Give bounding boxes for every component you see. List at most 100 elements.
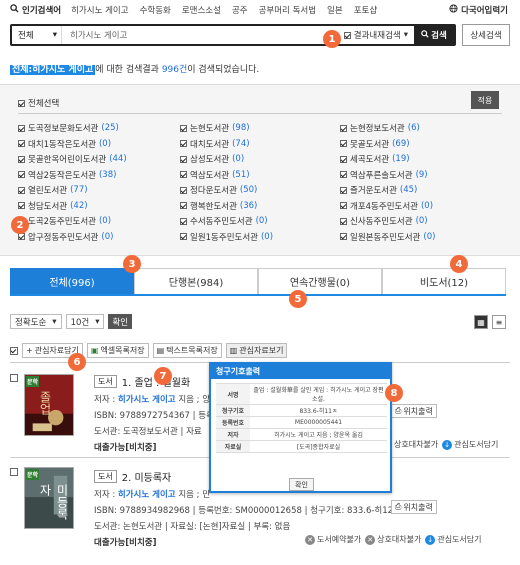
library-checkbox[interactable]	[180, 140, 187, 147]
library-filter-item[interactable]: 역삼2동작은도서관 (38)	[18, 169, 116, 181]
tab-all[interactable]: 전체(996)	[10, 268, 134, 294]
library-checkbox[interactable]	[180, 124, 187, 132]
library-checkbox[interactable]	[18, 171, 25, 178]
library-filter-item[interactable]: 일원본동주민도서관 (0)	[340, 231, 435, 243]
search-button[interactable]: 검색	[414, 26, 454, 44]
popup-confirm-button[interactable]: 확인	[289, 478, 314, 491]
library-checkbox[interactable]	[340, 233, 347, 240]
library-checkbox[interactable]	[340, 140, 347, 147]
summary-tail: 이 검색되었습니다.	[187, 65, 260, 75]
library-name: 도곡정보문화도서관	[28, 124, 99, 134]
filter-apply-button[interactable]: 적용	[471, 91, 499, 109]
library-filter-item[interactable]: 도곡정보문화도서관 (25)	[18, 122, 119, 134]
library-filter-item[interactable]: 즐거운도서관 (45)	[340, 184, 417, 196]
book-cover[interactable]: 문학 졸업	[24, 374, 74, 436]
popular-keyword-link[interactable]: 히가시노 게이고	[71, 4, 128, 16]
library-checkbox[interactable]	[180, 202, 187, 209]
library-checkbox[interactable]	[340, 186, 347, 194]
search-within-results-option[interactable]: 결과내재검색 ▾	[343, 29, 414, 41]
result-title-link[interactable]: 2. 미등록자	[122, 469, 172, 484]
library-checkbox[interactable]	[180, 171, 187, 178]
popular-keyword-link[interactable]: 공주	[232, 4, 248, 16]
cover-genre-tag: 문학	[26, 376, 40, 387]
select-all-libraries[interactable]: 전체선택	[18, 97, 59, 109]
popular-keyword-link[interactable]: 수학동화	[140, 4, 171, 16]
library-checkbox[interactable]	[340, 171, 347, 178]
library-checkbox[interactable]	[18, 155, 25, 163]
multilang-label: 다국어입력기	[461, 6, 508, 16]
view-basket-button[interactable]: ▥ 관심자료보기	[225, 343, 288, 358]
tab-nonbook[interactable]: 비도서(12)	[382, 268, 506, 294]
library-filter-item[interactable]: 열린도서관 (77)	[18, 184, 88, 196]
library-text: 도서관: 논현도서관	[94, 522, 163, 532]
multilang-input-button[interactable]: 다국어입력기	[449, 4, 508, 16]
select-all-checkbox[interactable]	[18, 99, 25, 107]
tab-monograph[interactable]: 단행본(984)	[134, 268, 258, 294]
popular-keyword-link[interactable]: 포토샵	[354, 4, 377, 16]
text-export-button[interactable]: ▤ 텍스트목록저장	[152, 343, 222, 358]
author-link[interactable]: 히가시노 게이고	[118, 490, 176, 500]
location-print-button[interactable]: ⎙ 위치출력	[391, 500, 437, 514]
library-filter-item[interactable]: 신사동주민도서관 (0)	[340, 215, 428, 227]
library-filter-item[interactable]: 압구정동주민도서관 (0)	[18, 231, 113, 243]
search-scope-select[interactable]: 전체 ▾	[12, 26, 62, 44]
library-filter-item[interactable]: 논현정보도서관 (6)	[340, 122, 420, 134]
library-filter-item[interactable]: 역삼도서관 (51)	[180, 169, 250, 181]
library-name: 행복한도서관	[190, 201, 237, 212]
library-filter-item[interactable]: 대치1동작은도서관 (0)	[18, 138, 111, 150]
location-print-button[interactable]: ⎙ 위치출력	[391, 404, 437, 418]
result-checkbox[interactable]	[10, 468, 18, 476]
search-within-label: 결과내재검색	[353, 31, 401, 41]
library-checkbox[interactable]	[18, 202, 25, 209]
book-cover[interactable]: 문학 미등록자	[24, 467, 74, 529]
grid-view-icon[interactable]: ▦	[474, 315, 488, 329]
library-filter-item[interactable]: 역삼푸른솔도서관 (9)	[340, 169, 428, 181]
library-filter-item[interactable]: 정다운도서관 (50)	[180, 184, 257, 196]
add-favorite-action[interactable]: ↓ 관심도서담기	[442, 439, 498, 450]
library-checkbox[interactable]	[340, 217, 347, 225]
library-checkbox[interactable]	[18, 233, 25, 240]
library-checkbox[interactable]	[18, 124, 25, 132]
reservation-action[interactable]: ✕ 도서예약불가	[305, 534, 361, 545]
library-filter-item[interactable]: 세곡도서관 (19)	[340, 153, 410, 165]
result-checkbox[interactable]	[10, 374, 18, 382]
add-favorite-action[interactable]: ↓ 관심도서담기	[425, 534, 482, 545]
list-view-icon[interactable]: ≡	[492, 315, 506, 329]
advanced-search-button[interactable]: 상세검색	[462, 24, 510, 46]
sort-order-value: 정확도순	[15, 317, 47, 328]
library-checkbox[interactable]	[180, 155, 187, 163]
library-filter-item[interactable]: 도곡2동주민도서관 (0)	[18, 215, 111, 227]
library-checkbox[interactable]	[340, 155, 347, 163]
search-within-checkbox[interactable]	[343, 31, 351, 39]
author-link[interactable]: 히가시노 게이고	[118, 395, 176, 405]
excel-export-button[interactable]: ▣ 엑셀목록저장	[86, 343, 149, 358]
sort-order-select[interactable]: 정확도순 ▾	[10, 314, 62, 329]
library-filter-item[interactable]: 못골한옥어린이도서관 (44)	[18, 153, 127, 165]
library-filter-item[interactable]: 못골도서관 (69)	[340, 138, 410, 150]
library-checkbox[interactable]	[180, 233, 187, 240]
library-filter-item[interactable]: 개포4동주민도서관 (0)	[340, 200, 433, 212]
library-filter-item[interactable]: 청담도서관 (42)	[18, 200, 88, 212]
tab-serials[interactable]: 연속간행물(0)	[258, 268, 382, 294]
library-checkbox[interactable]	[340, 124, 347, 132]
library-checkbox[interactable]	[180, 217, 187, 225]
library-filter-item[interactable]: 행복한도서관 (36)	[180, 200, 257, 212]
page-size-select[interactable]: 10건 ▾	[65, 314, 105, 329]
popular-keyword-link[interactable]: 공부머리 독서법	[259, 4, 316, 16]
interlibrary-loan-action[interactable]: ✕상호대차불가	[365, 534, 421, 545]
popular-keyword-link[interactable]: 로맨스소설	[182, 4, 221, 16]
search-input[interactable]: 히가시노 게이고	[62, 29, 344, 41]
library-filter-item[interactable]: 일원1동주민도서관 (0)	[180, 231, 273, 243]
library-checkbox[interactable]	[18, 186, 25, 194]
library-checkbox[interactable]	[180, 186, 187, 194]
library-filter-item[interactable]: 대치도서관 (74)	[180, 138, 250, 150]
globe-icon	[449, 4, 458, 16]
library-filter-item[interactable]: 수서동주민도서관 (0)	[180, 215, 268, 227]
library-checkbox[interactable]	[18, 140, 25, 147]
sort-confirm-button[interactable]: 확인	[108, 314, 133, 329]
select-all-results-checkbox[interactable]	[10, 346, 18, 355]
popular-keyword-link[interactable]: 일본	[327, 4, 343, 16]
library-filter-item[interactable]: 논현도서관 (98)	[180, 122, 250, 134]
library-filter-item[interactable]: 삼성도서관 (0)	[180, 153, 244, 165]
library-checkbox[interactable]	[340, 202, 347, 209]
